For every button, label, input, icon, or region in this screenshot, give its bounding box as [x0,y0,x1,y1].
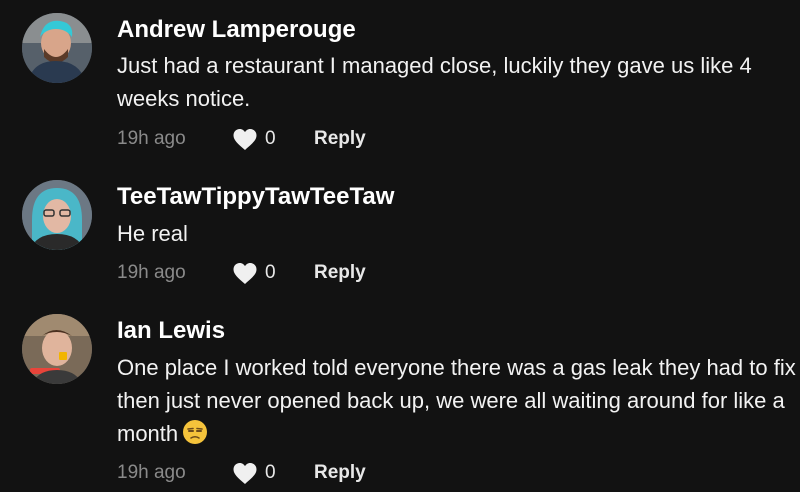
timestamp: 19h ago [117,128,186,149]
reply-button[interactable]: Reply [314,125,366,153]
like-count: 0 [265,462,276,483]
timestamp: 19h ago [117,462,186,483]
heart-icon[interactable] [232,462,258,485]
username[interactable]: Ian Lewis [117,317,225,345]
like-count: 0 [265,128,276,149]
comment-text: One place I worked told everyone there w… [117,351,800,450]
heart-icon[interactable] [232,262,258,285]
username[interactable]: Andrew Lamperouge [117,16,356,44]
avatar[interactable] [22,13,92,83]
avatar[interactable] [22,314,92,384]
reply-button[interactable]: Reply [314,259,366,287]
heart-icon[interactable] [232,128,258,151]
timestamp: 19h ago [117,262,186,283]
comment-text: He real [117,221,188,246]
reply-button[interactable]: Reply [314,459,366,487]
username[interactable]: TeeTawTippyTawTeeTaw [117,183,394,211]
like-count: 0 [265,262,276,283]
comment-text: Just had a restaurant I managed close, l… [117,53,752,111]
avatar[interactable] [22,180,92,250]
unamused-face-icon [183,420,208,444]
comment-text-body: One place I worked told everyone there w… [117,355,796,446]
